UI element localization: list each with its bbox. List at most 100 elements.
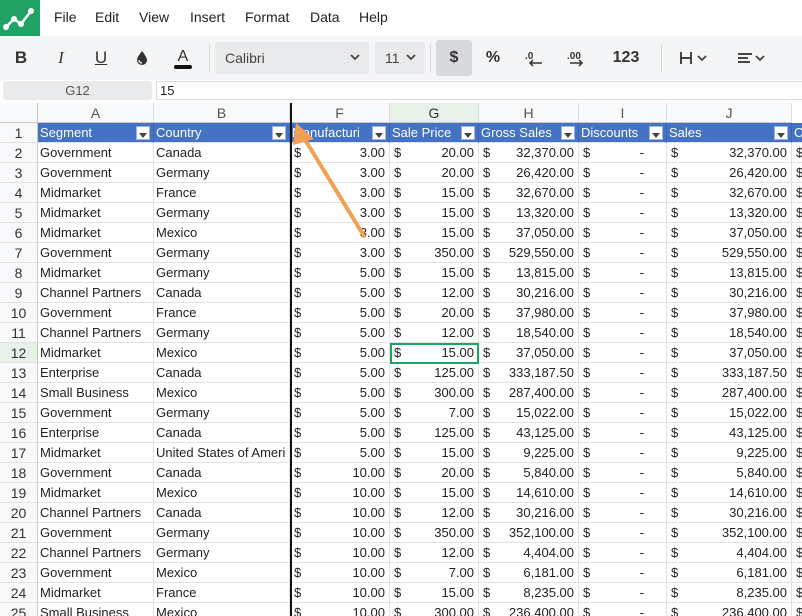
data-cell[interactable]: $10.00 [290, 563, 390, 583]
data-cell[interactable]: $12.00 [390, 283, 479, 303]
data-cell[interactable]: $26,420.00 [479, 163, 579, 183]
select-all-corner[interactable] [0, 103, 38, 123]
filter-dropdown-button[interactable] [461, 126, 475, 140]
data-cell[interactable]: $ - [579, 463, 667, 483]
data-cell[interactable]: $13,815.00 [667, 263, 792, 283]
table-header-cell[interactable]: Discounts [579, 123, 667, 143]
data-cell[interactable]: $30,216.00 [479, 503, 579, 523]
data-cell[interactable]: $3.00 [290, 223, 390, 243]
data-cell[interactable]: $ - [579, 503, 667, 523]
data-cell[interactable]: $ - [579, 243, 667, 263]
menu-insert[interactable]: Insert [190, 9, 225, 25]
data-cell[interactable]: $7.00 [390, 403, 479, 423]
data-cell[interactable]: $350.00 [390, 243, 479, 263]
menu-data[interactable]: Data [310, 9, 340, 25]
data-cell[interactable]: $125.00 [390, 363, 479, 383]
app-logo-icon[interactable] [0, 0, 40, 36]
data-cell[interactable]: $529,550.00 [667, 243, 792, 263]
row-header-6[interactable]: 6 [0, 223, 38, 243]
data-cell[interactable]: Canada [154, 283, 290, 303]
data-cell[interactable]: $18,540.00 [667, 323, 792, 343]
data-cell[interactable]: Government [38, 163, 154, 183]
data-cell[interactable]: $3.00 [290, 183, 390, 203]
data-cell[interactable]: $5.00 [290, 443, 390, 463]
data-cell[interactable]: Government [38, 143, 154, 163]
data-cell[interactable]: $20.00 [390, 143, 479, 163]
data-cell[interactable]: $3.00 [290, 203, 390, 223]
menu-format[interactable]: Format [245, 9, 289, 25]
data-cell[interactable]: $236,400.00 [479, 603, 579, 616]
data-cell[interactable]: $300.00 [390, 383, 479, 403]
data-cell[interactable]: $12.00 [390, 503, 479, 523]
data-cell[interactable]: Government [38, 463, 154, 483]
data-cell[interactable]: $43,125.00 [667, 423, 792, 443]
data-cell[interactable]: $ - [579, 563, 667, 583]
row-header-4[interactable]: 4 [0, 183, 38, 203]
column-header-b[interactable]: B [154, 103, 290, 123]
data-cell[interactable]: Mexico [154, 223, 290, 243]
italic-button[interactable]: I [46, 40, 76, 76]
data-cell[interactable]: $287,400.00 [667, 383, 792, 403]
row-header-13[interactable]: 13 [0, 363, 38, 383]
data-cell[interactable]: $15.00 [390, 483, 479, 503]
data-cell[interactable]: $333,187.50 [479, 363, 579, 383]
font-family-dropdown[interactable]: Calibri [215, 42, 369, 74]
data-cell[interactable]: $20.00 [390, 463, 479, 483]
data-cell[interactable]: $15.00 [390, 263, 479, 283]
data-cell[interactable]: $37,980.00 [479, 303, 579, 323]
data-cell[interactable]: $37,980.00 [667, 303, 792, 323]
data-cell[interactable]: $ - [579, 263, 667, 283]
row-header-15[interactable]: 15 [0, 403, 38, 423]
data-cell[interactable]: $ - [579, 523, 667, 543]
row-header-24[interactable]: 24 [0, 583, 38, 603]
data-cell[interactable]: $300.00 [390, 603, 479, 616]
data-cell[interactable]: $ - [579, 203, 667, 223]
data-cell[interactable]: $30,216.00 [479, 283, 579, 303]
formula-input[interactable]: 15 [156, 81, 802, 100]
increase-decimal-button[interactable]: .00 [560, 40, 594, 76]
fill-color-button[interactable] [127, 40, 157, 76]
data-cell[interactable]: $7.00 [390, 563, 479, 583]
data-cell[interactable]: Government [38, 243, 154, 263]
table-header-cell[interactable]: Gross Sales [479, 123, 579, 143]
data-cell[interactable]: $5.00 [290, 383, 390, 403]
row-header-19[interactable]: 19 [0, 483, 38, 503]
row-header-8[interactable]: 8 [0, 263, 38, 283]
data-cell[interactable]: $37,050.00 [479, 223, 579, 243]
data-cell[interactable]: $37,050.00 [667, 343, 792, 363]
data-cell[interactable]: $9,225.00 [479, 443, 579, 463]
data-cell[interactable]: $ - [579, 223, 667, 243]
row-header-5[interactable]: 5 [0, 203, 38, 223]
data-cell[interactable]: Midmarket [38, 343, 154, 363]
data-cell[interactable]: $20.00 [390, 303, 479, 323]
data-cell[interactable]: Midmarket [38, 263, 154, 283]
table-header-cell[interactable]: Segment [38, 123, 154, 143]
data-cell[interactable]: $3.00 [290, 243, 390, 263]
data-cell[interactable]: Canada [154, 143, 290, 163]
column-header-g[interactable]: G [390, 103, 479, 123]
frozen-pane-divider[interactable] [290, 103, 292, 616]
table-header-cell[interactable]: Country [154, 123, 290, 143]
data-cell[interactable]: $15,022.00 [479, 403, 579, 423]
data-cell[interactable]: $30,216.00 [667, 283, 792, 303]
data-cell[interactable]: $13,320.00 [479, 203, 579, 223]
row-header-16[interactable]: 16 [0, 423, 38, 443]
data-cell[interactable]: $287,400.00 [479, 383, 579, 403]
data-cell[interactable]: $6,181.00 [667, 563, 792, 583]
data-cell[interactable]: $ - [579, 163, 667, 183]
data-cell[interactable]: $14,610.00 [667, 483, 792, 503]
column-header-a[interactable]: A [38, 103, 154, 123]
data-cell[interactable]: Canada [154, 463, 290, 483]
data-cell[interactable]: $6,181.00 [479, 563, 579, 583]
data-cell[interactable]: $ - [579, 423, 667, 443]
data-cell[interactable]: $350.00 [390, 523, 479, 543]
number-format-button[interactable]: 123 [604, 40, 648, 76]
data-cell[interactable]: Canada [154, 363, 290, 383]
data-cell[interactable]: $10.00 [290, 603, 390, 616]
data-cell[interactable]: Mexico [154, 383, 290, 403]
data-cell[interactable]: Germany [154, 403, 290, 423]
row-header-7[interactable]: 7 [0, 243, 38, 263]
data-cell[interactable]: $5.00 [290, 303, 390, 323]
data-cell[interactable]: Small Business [38, 603, 154, 616]
data-cell[interactable]: Mexico [154, 343, 290, 363]
